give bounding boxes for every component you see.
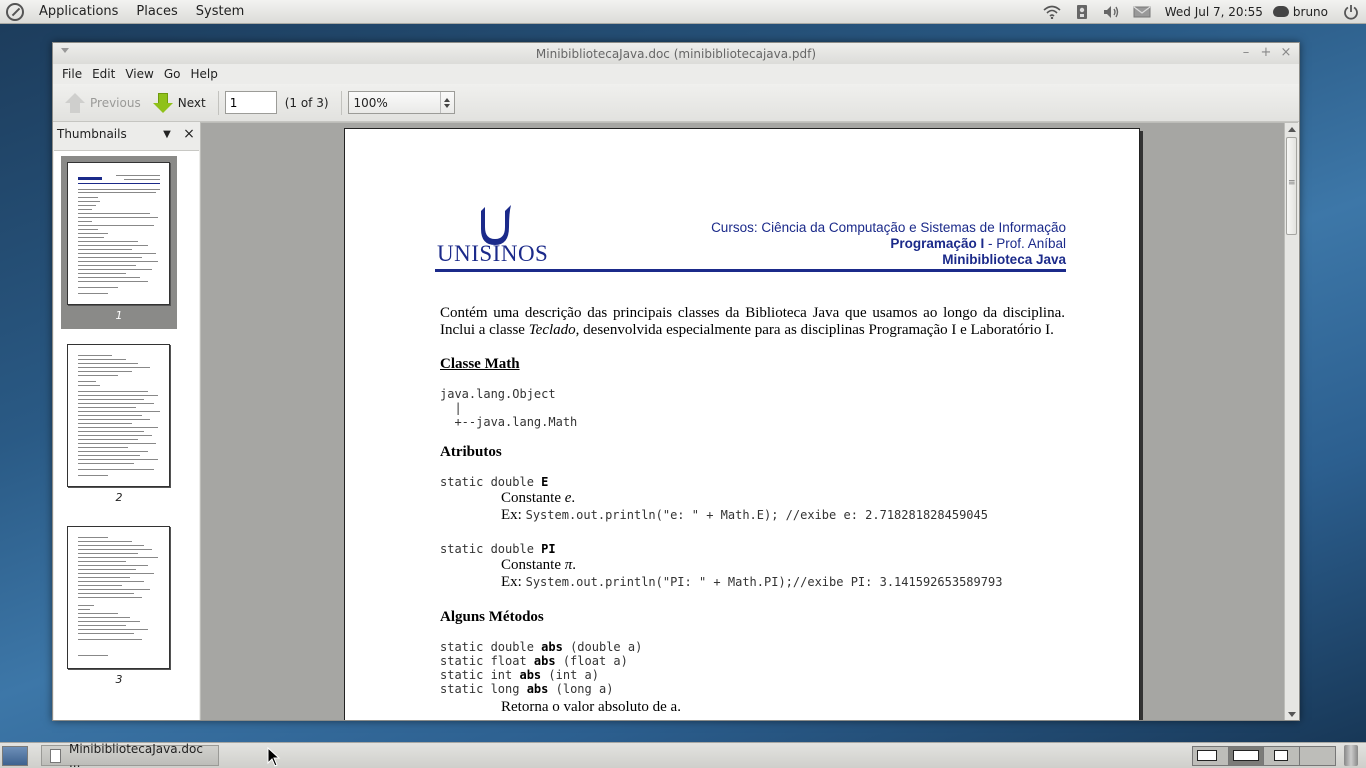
- applications-menu[interactable]: Applications: [30, 0, 127, 24]
- zoom-value: 100%: [353, 95, 388, 110]
- thumbnail-label: 3: [115, 673, 123, 686]
- unisinos-logo-text: UNISINOS: [437, 241, 549, 266]
- bottom-panel: MinibibliotecaJava.doc ...: [0, 742, 1366, 768]
- arrow-down-icon: [152, 92, 173, 114]
- document-icon: [50, 748, 61, 763]
- scroll-down-icon[interactable]: [1285, 708, 1298, 720]
- user-menu[interactable]: bruno: [1271, 5, 1336, 19]
- method-list: static double abs (double a) static float…: [440, 640, 643, 696]
- trash-icon[interactable]: [1344, 745, 1358, 766]
- window-titlebar[interactable]: MinibibliotecaJava.doc (minibibliotecaja…: [53, 43, 1299, 64]
- window-menu-icon[interactable]: [61, 48, 69, 53]
- close-sidebar-icon[interactable]: ×: [178, 126, 200, 142]
- zoom-select[interactable]: 100%: [347, 91, 455, 114]
- thumbnail-list: 1 2 3: [54, 150, 199, 720]
- chevron-down-icon[interactable]: ▼: [156, 129, 178, 140]
- sidebar-header: Thumbnails ▼ ×: [53, 122, 200, 146]
- taskbar-window-label: MinibibliotecaJava.doc ...: [68, 741, 203, 768]
- system-menu[interactable]: System: [187, 0, 253, 24]
- scrollbar-thumb[interactable]: [1286, 137, 1297, 235]
- workspace-3[interactable]: [1264, 747, 1300, 765]
- abs-description: Retorna o valor absoluto de a.: [501, 699, 681, 715]
- maximize-icon[interactable]: +: [1259, 45, 1273, 61]
- thumbnail-image: [67, 526, 170, 669]
- thumbnail-page-1[interactable]: 1: [61, 156, 177, 329]
- class-hierarchy: java.lang.Object | +--java.lang.Math: [440, 387, 578, 429]
- menu-go[interactable]: Go: [159, 64, 186, 84]
- toolbar-separator: [217, 90, 219, 115]
- zoom-spinner-icon[interactable]: [439, 92, 454, 113]
- intro-paragraph: Contém uma descrição das principais clas…: [440, 305, 1065, 338]
- user-chat-icon: [1272, 6, 1289, 17]
- document-header: Cursos: Ciência da Computação e Sistemas…: [711, 220, 1066, 268]
- show-desktop-icon[interactable]: [2, 746, 28, 766]
- content-area: Thumbnails ▼ × 1 2 3 UNISINOS Cursos: Ci…: [53, 122, 1299, 720]
- menu-help[interactable]: Help: [185, 64, 222, 84]
- header-doc-title: Minibiblioteca Java: [942, 252, 1066, 267]
- mail-icon[interactable]: [1127, 0, 1157, 24]
- taskbar-window-button[interactable]: MinibibliotecaJava.doc ...: [41, 741, 219, 768]
- clock[interactable]: Wed Jul 7, 20:55: [1157, 5, 1271, 19]
- header-course-name: Programação I - Prof. Aníbal: [890, 236, 1066, 251]
- thumbnail-label: 1: [115, 309, 123, 322]
- thumbnail-image: [67, 162, 170, 305]
- sidebar: Thumbnails ▼ × 1 2 3: [53, 122, 201, 720]
- section-title-math: Classe Math: [440, 356, 520, 372]
- desc-e: Constante e.: [501, 490, 576, 506]
- window-title: MinibibliotecaJava.doc (minibibliotecaja…: [535, 46, 817, 61]
- menu-edit[interactable]: Edit: [87, 64, 120, 84]
- menubar: File Edit View Go Help: [53, 64, 1299, 84]
- menu-file[interactable]: File: [57, 64, 87, 84]
- thumbnail-label: 2: [115, 491, 123, 504]
- thumbnail-page-2[interactable]: 2: [61, 338, 177, 511]
- document-viewer-window: MinibibliotecaJava.doc (minibibliotecaja…: [52, 42, 1300, 721]
- mouse-cursor-icon: [267, 747, 281, 767]
- vertical-scrollbar[interactable]: [1284, 123, 1298, 720]
- desc-pi: Constante π.: [501, 557, 577, 573]
- workspace-switcher: [1192, 746, 1336, 766]
- minimize-icon[interactable]: –: [1239, 45, 1253, 61]
- arrow-up-icon: [65, 92, 85, 114]
- header-courses: Cursos: Ciência da Computação e Sistemas…: [711, 220, 1066, 235]
- previous-label: Previous: [90, 95, 141, 110]
- section-title-atributos: Atributos: [440, 444, 502, 460]
- battery-icon[interactable]: [1067, 0, 1097, 24]
- decl-pi: static double PI: [440, 542, 556, 556]
- example-e: Ex: System.out.println("e: " + Math.E); …: [501, 507, 988, 523]
- toolbar-separator: [340, 90, 342, 115]
- toolbar: Previous Next (1 of 3) 100%: [53, 84, 1299, 122]
- workspace-4[interactable]: [1299, 747, 1335, 765]
- header-rule: [435, 269, 1066, 272]
- page-count: (1 of 3): [284, 95, 329, 110]
- workspace-1[interactable]: [1193, 747, 1229, 765]
- decl-e: static double E: [440, 475, 549, 489]
- previous-button[interactable]: Previous: [59, 88, 147, 118]
- top-panel: Applications Places System Wed Jul 7, 20…: [0, 0, 1366, 24]
- example-pi: Ex: System.out.println("PI: " + Math.PI)…: [501, 574, 1003, 590]
- system-tray: Wed Jul 7, 20:55 bruno: [1037, 0, 1366, 24]
- volume-icon[interactable]: [1097, 0, 1127, 24]
- places-menu[interactable]: Places: [127, 0, 186, 24]
- close-icon[interactable]: ×: [1279, 45, 1293, 61]
- page-number-input[interactable]: [224, 91, 277, 114]
- document-page: UNISINOS Cursos: Ciência da Computação e…: [344, 128, 1140, 720]
- thumbnail-page-3[interactable]: 3: [61, 520, 177, 693]
- thumbnail-image: [67, 344, 170, 487]
- top-menu: Applications Places System: [0, 0, 253, 24]
- scroll-up-icon[interactable]: [1285, 123, 1298, 136]
- wifi-icon[interactable]: [1037, 0, 1067, 24]
- power-icon[interactable]: [1336, 0, 1366, 24]
- section-title-metodos: Alguns Métodos: [440, 609, 544, 625]
- sidebar-title[interactable]: Thumbnails: [57, 127, 156, 141]
- next-label: Next: [177, 95, 206, 110]
- next-button[interactable]: Next: [147, 88, 212, 118]
- distro-logo-icon[interactable]: [6, 2, 24, 21]
- document-view[interactable]: UNISINOS Cursos: Ciência da Computação e…: [201, 122, 1298, 720]
- user-name: bruno: [1292, 4, 1328, 19]
- window-buttons: – + ×: [1239, 45, 1293, 61]
- menu-view[interactable]: View: [120, 64, 158, 84]
- workspace-2[interactable]: [1228, 747, 1264, 765]
